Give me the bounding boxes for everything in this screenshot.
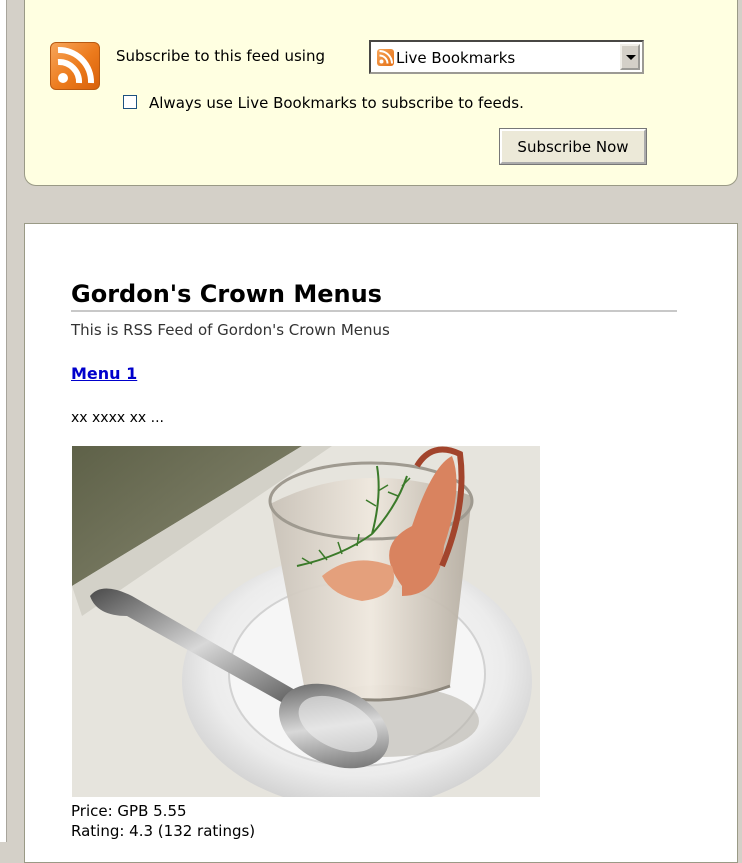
item-price: Price: GPB 5.55 <box>71 802 187 820</box>
item-rating: Rating: 4.3 (132 ratings) <box>71 822 256 840</box>
feed-reader-selected-value: Live Bookmarks <box>396 49 516 67</box>
feed-reader-select[interactable]: Live Bookmarks <box>369 40 644 74</box>
chevron-down-icon[interactable] <box>620 44 640 70</box>
subscribe-label: Subscribe to this feed using <box>116 47 325 65</box>
subscribe-now-button[interactable]: Subscribe Now <box>499 128 647 165</box>
item-photo <box>72 446 540 797</box>
always-use-label[interactable]: Always use Live Bookmarks to subscribe t… <box>149 94 524 112</box>
item-title-link[interactable]: Menu 1 <box>71 364 137 383</box>
live-bookmarks-icon <box>377 49 394 66</box>
rss-feed-icon <box>50 42 100 90</box>
feed-subtitle: This is RSS Feed of Gordon's Crown Menus <box>71 321 390 339</box>
always-use-checkbox[interactable] <box>123 95 137 109</box>
feed-title: Gordon's Crown Menus <box>71 280 677 312</box>
item-description: xx xxxx xx ... <box>71 410 164 426</box>
window-left-edge <box>0 0 7 842</box>
